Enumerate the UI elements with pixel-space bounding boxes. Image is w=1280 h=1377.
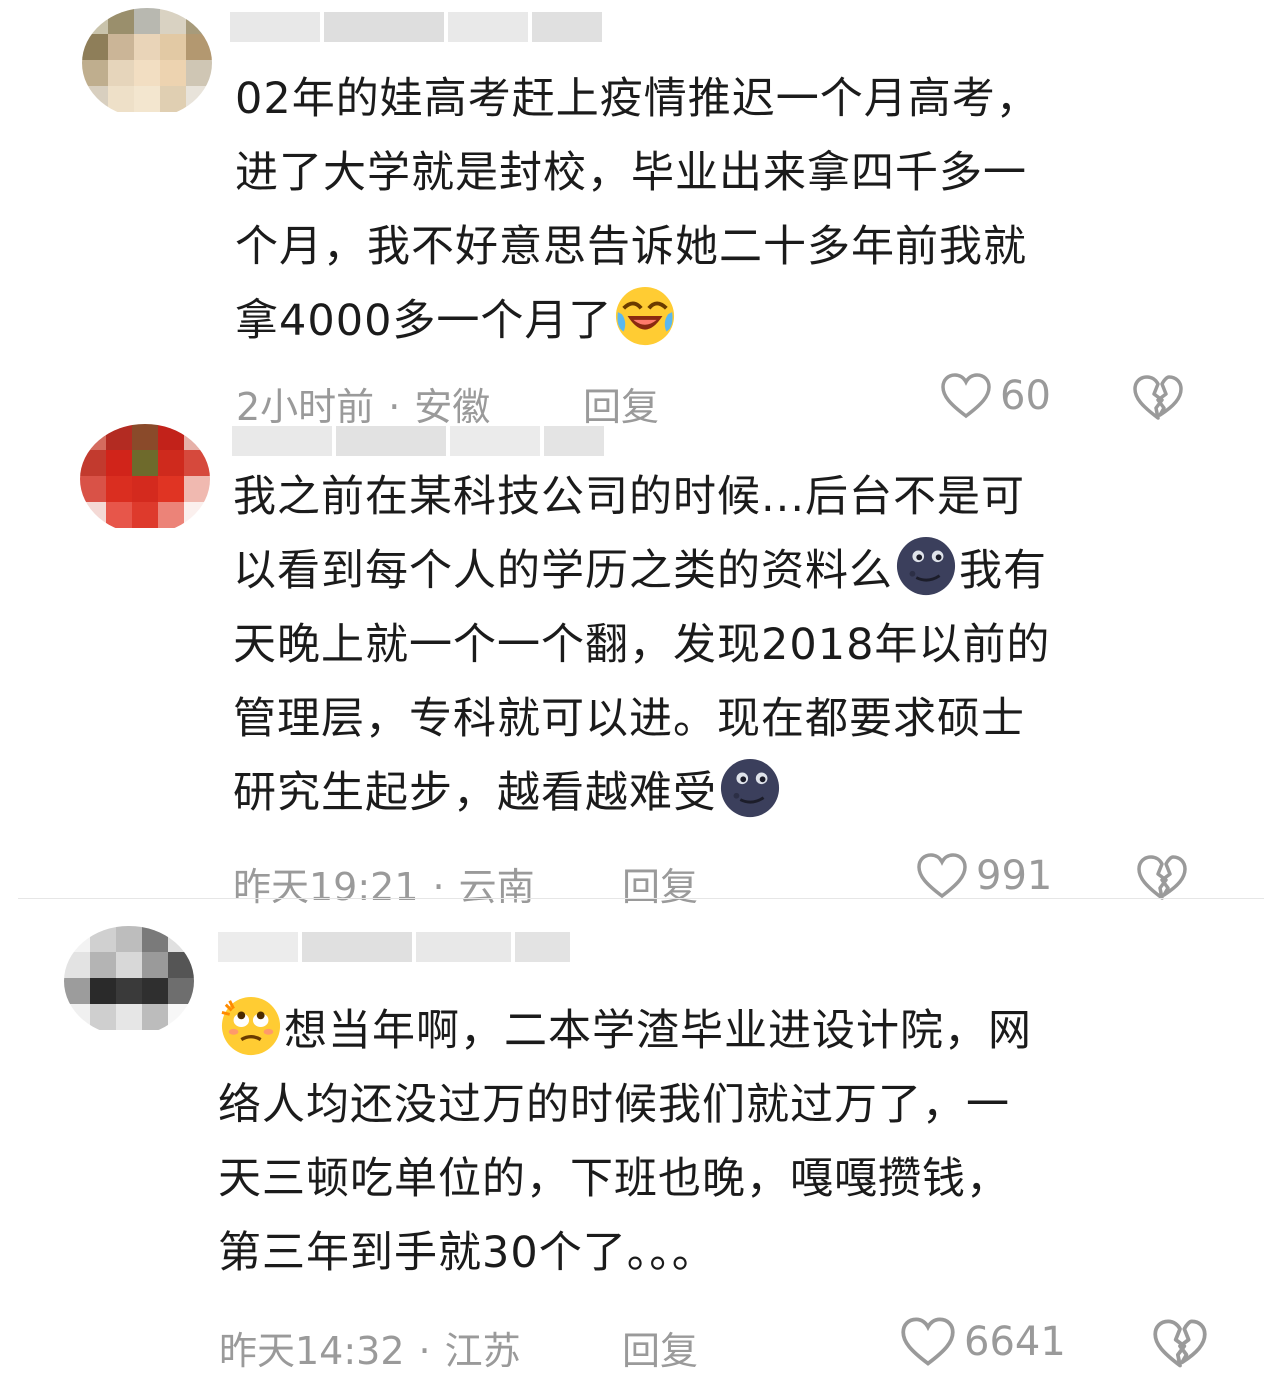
heart-icon	[901, 1317, 955, 1366]
broken-heart-icon	[1137, 855, 1187, 900]
avatar[interactable]	[64, 926, 194, 1036]
dislike-button[interactable]	[1132, 374, 1184, 426]
avatar[interactable]	[80, 424, 210, 534]
like-count: 60	[1000, 373, 1051, 419]
comment-item-3: 想当年啊，二本学渣毕业进设计院，网 络人均还没过万的时候我们就过万了，一 天三顿…	[0, 900, 1280, 1377]
like-button[interactable]: 6641	[900, 1316, 1066, 1368]
timestamp: 昨天14:32	[219, 1329, 405, 1373]
like-count: 6641	[964, 1319, 1066, 1365]
laughing-crying-emoji	[616, 286, 675, 346]
username-blurred[interactable]	[232, 426, 604, 456]
new-moon-face-emoji	[720, 758, 780, 818]
comment-item-1: 02年的娃高考赶上疫情推迟一个月高考， 进了大学就是封校，毕业出来拿四千多一 个…	[0, 0, 1280, 429]
face-with-rolling-eyes-emoji	[221, 996, 281, 1056]
comment-text: 想当年啊，二本学渣毕业进设计院，网 络人均还没过万的时候我们就过万了，一 天三顿…	[218, 994, 1032, 1290]
new-moon-face-emoji	[896, 536, 956, 596]
broken-heart-icon	[1153, 1319, 1207, 1368]
like-button[interactable]: 991	[916, 852, 1052, 900]
location: 江苏	[444, 1329, 521, 1373]
reply-button[interactable]: 回复	[622, 1320, 698, 1375]
comment-text: 我之前在某科技公司的时候...后台不是可 以看到每个人的学历之类的资料么 我有 …	[233, 472, 1051, 818]
username-blurred[interactable]	[218, 932, 570, 962]
heart-icon	[941, 373, 991, 419]
comment-item-2: 我之前在某科技公司的时候...后台不是可 以看到每个人的学历之类的资料么 我有 …	[0, 420, 1280, 909]
comment-meta: 昨天14:32 · 江苏	[219, 1329, 521, 1373]
divider	[18, 898, 1264, 899]
like-count: 991	[976, 853, 1053, 899]
comment-text: 02年的娃高考赶上疫情推迟一个月高考， 进了大学就是封校，毕业出来拿四千多一 个…	[235, 74, 1040, 346]
username-blurred[interactable]	[230, 12, 602, 42]
like-button[interactable]: 60	[940, 372, 1051, 420]
dislike-button[interactable]	[1152, 1318, 1208, 1374]
broken-heart-icon	[1133, 375, 1183, 420]
avatar[interactable]	[82, 8, 212, 118]
heart-icon	[917, 853, 967, 899]
